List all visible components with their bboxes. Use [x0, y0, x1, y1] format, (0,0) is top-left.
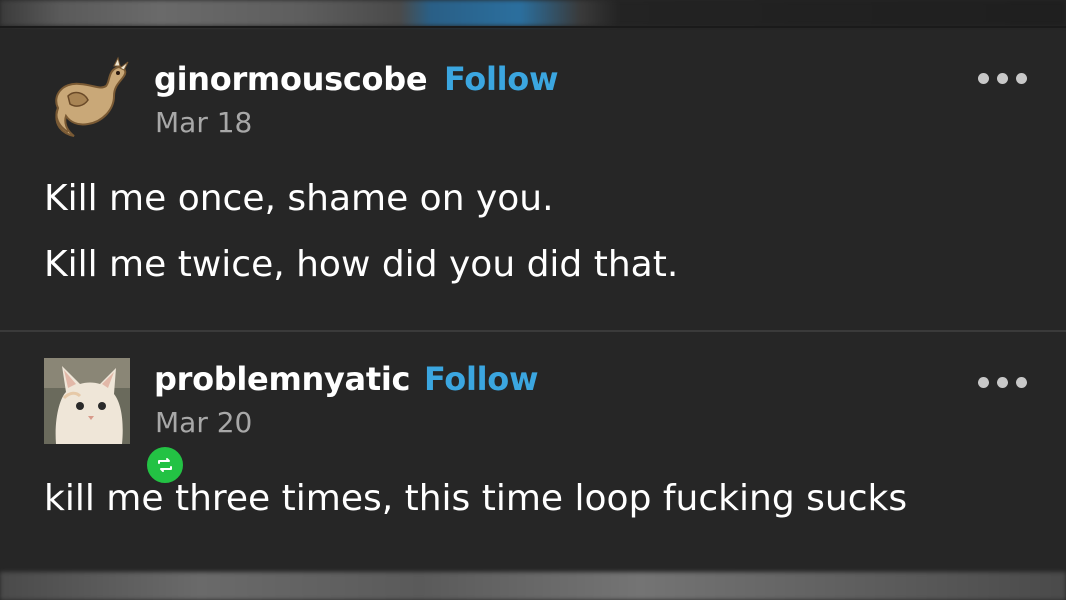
post-date: Mar 20 [155, 406, 253, 439]
follow-button[interactable]: Follow [444, 60, 559, 98]
username[interactable]: problemnyatic [154, 360, 410, 398]
post-ginormouscobe: ginormouscobe Follow Mar 18 Kill me once… [0, 28, 1066, 330]
post-problemnyatic: problemnyatic Follow Mar 20 kill me thre… [0, 332, 1066, 572]
avatar[interactable] [44, 56, 130, 142]
reblog-icon [158, 458, 172, 472]
more-options-icon[interactable] [978, 372, 1034, 392]
username[interactable]: ginormouscobe [154, 60, 428, 98]
post-date: Mar 18 [155, 106, 253, 139]
post-text-line-1: kill me three times, this time loop fuck… [44, 478, 908, 519]
post-text-line-1: Kill me once, shame on you. [44, 178, 554, 219]
avatar[interactable] [44, 358, 186, 486]
bottom-blurred-strip [0, 572, 1066, 600]
post-text-line-2: Kill me twice, how did you did that. [44, 244, 679, 285]
top-blurred-strip [0, 0, 1066, 26]
follow-button[interactable]: Follow [424, 360, 539, 398]
cat-avatar-icon [44, 358, 130, 444]
more-options-icon[interactable] [978, 68, 1034, 88]
dragon-avatar-icon [55, 56, 129, 137]
